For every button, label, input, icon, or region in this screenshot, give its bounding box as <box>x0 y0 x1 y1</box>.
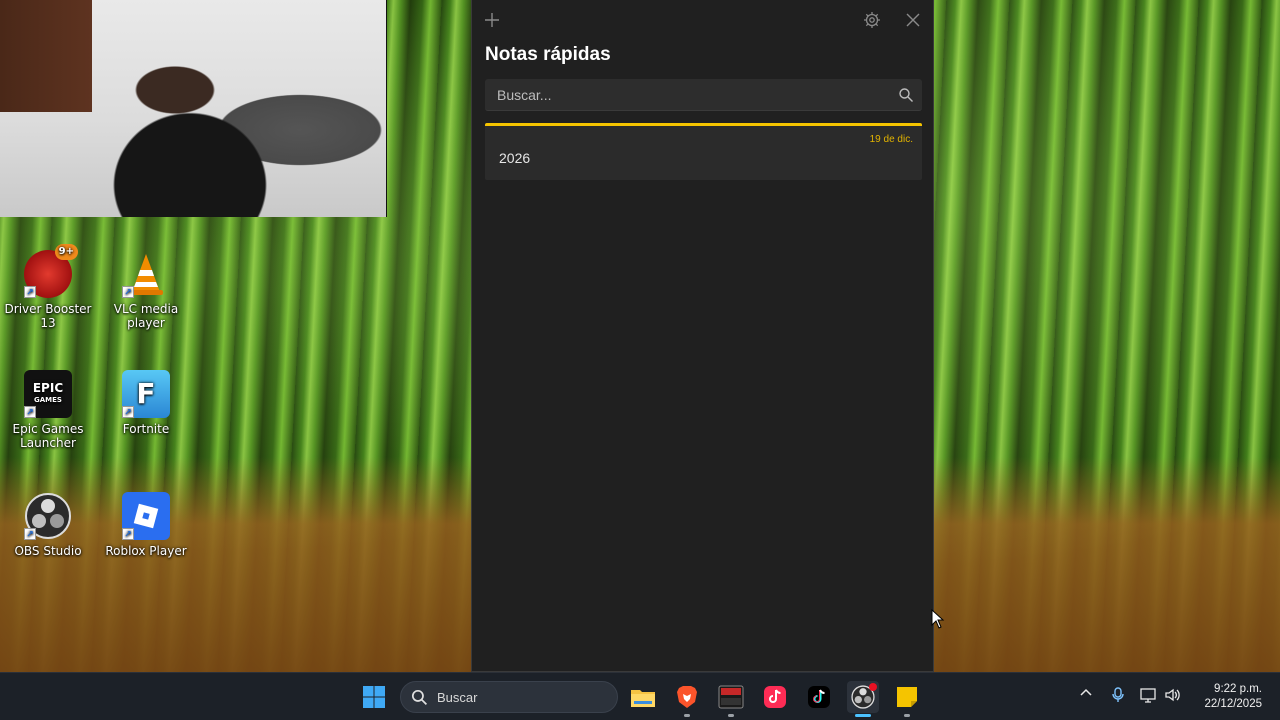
epic-logo-text: EPIC <box>32 381 64 395</box>
shortcut-arrow-icon: ↗ <box>24 406 36 418</box>
search-input[interactable] <box>485 79 922 110</box>
desktop-icon-driver-booster[interactable]: 9+ ↗ Driver Booster 13 <box>0 244 96 330</box>
desktop-icon-label: Epic Games Launcher <box>12 422 84 450</box>
notification-badge: 9+ <box>54 244 78 260</box>
file-explorer-icon <box>631 690 655 707</box>
notes-title: Notas rápidas <box>485 44 611 65</box>
taskbar-sticky-notes[interactable] <box>891 681 923 717</box>
shortcut-arrow-icon: ↗ <box>122 406 134 418</box>
brave-icon <box>677 686 697 708</box>
new-note-button[interactable] <box>480 8 504 32</box>
desktop-icon-epic-games[interactable]: EPIC GAMES ↗ Epic Games Launcher <box>0 370 96 450</box>
desktop-icon-vlc[interactable]: ↗ VLC media player <box>98 250 194 330</box>
taskbar-tiktok[interactable] <box>803 681 835 713</box>
tiktok-icon <box>808 686 830 708</box>
taskbar-search[interactable]: Buscar <box>400 681 618 713</box>
desktop-icon-obs[interactable]: ↗ OBS Studio <box>0 492 96 558</box>
start-button[interactable] <box>358 681 390 713</box>
clock-time: 9:22 p.m. <box>1214 683 1262 695</box>
close-button[interactable] <box>901 8 925 32</box>
vlc-cone-icon: ↗ <box>122 250 170 298</box>
close-icon <box>906 13 920 27</box>
fortnite-icon: F ↗ <box>122 370 170 418</box>
desktop-icon-label: Roblox Player <box>105 544 187 558</box>
note-preview-text: 2026 <box>499 150 531 166</box>
driver-booster-icon: 9+ ↗ <box>24 244 78 298</box>
sticky-notes-window: Notas rápidas 19 de dic. 2026 <box>471 0 934 672</box>
shortcut-arrow-icon: ↗ <box>122 286 134 298</box>
system-clock[interactable]: 9:22 p.m. 22/12/2025 <box>1204 682 1262 712</box>
running-indicator <box>684 714 690 717</box>
network-icon <box>1140 688 1156 703</box>
desktop-icon-label: Fortnite <box>122 422 170 436</box>
roblox-icon: ↗ <box>122 492 170 540</box>
running-indicator <box>855 714 871 717</box>
speaker-icon <box>1165 688 1180 702</box>
desktop-icon-roblox[interactable]: ↗ Roblox Player <box>98 492 194 558</box>
tiktok-studio-icon <box>764 686 786 708</box>
taskbar-voicemeeter[interactable] <box>715 681 747 717</box>
microphone-button[interactable] <box>1108 687 1128 707</box>
voicemeeter-icon <box>718 685 744 709</box>
shortcut-arrow-icon: ↗ <box>24 286 36 298</box>
windows-start-icon <box>363 686 385 708</box>
desktop-icon-fortnite[interactable]: F ↗ Fortnite <box>98 370 194 436</box>
plus-icon <box>485 13 499 27</box>
running-indicator <box>728 714 734 717</box>
gear-icon <box>864 12 880 28</box>
titlebar <box>472 0 933 40</box>
search-box[interactable] <box>485 79 922 111</box>
webcam-overlay <box>0 0 387 217</box>
webcam-background-door <box>0 0 92 112</box>
show-hidden-icons-button[interactable] <box>1076 687 1096 707</box>
taskbar-obs[interactable] <box>847 681 879 717</box>
fortnite-logo-text: F <box>136 377 156 410</box>
clock-date: 22/12/2025 <box>1204 698 1262 710</box>
mouse-cursor-icon <box>931 609 945 629</box>
search-icon <box>411 689 428 706</box>
note-date: 19 de dic. <box>869 134 913 145</box>
running-indicator <box>904 714 910 717</box>
taskbar-brave[interactable] <box>671 681 703 717</box>
search-icon[interactable] <box>898 87 914 103</box>
taskbar: Buscar 9:22 p.m. 22/12/2025 <box>0 672 1280 720</box>
epic-games-icon: EPIC GAMES ↗ <box>24 370 72 418</box>
microphone-icon <box>1112 687 1124 702</box>
volume-button[interactable] <box>1163 687 1183 707</box>
chevron-up-icon <box>1080 688 1092 696</box>
settings-button[interactable] <box>860 8 884 32</box>
shortcut-arrow-icon: ↗ <box>122 528 134 540</box>
shortcut-arrow-icon: ↗ <box>24 528 36 540</box>
desktop-icon-label: OBS Studio <box>14 544 82 558</box>
network-button[interactable] <box>1139 687 1159 707</box>
taskbar-search-label: Buscar <box>437 690 478 705</box>
taskbar-file-explorer[interactable] <box>627 681 659 713</box>
desktop-icon-label: VLC media player <box>113 302 179 330</box>
taskbar-tiktok-studio[interactable] <box>759 681 791 713</box>
desktop-icon-label: Driver Booster 13 <box>4 302 92 330</box>
sticky-notes-icon <box>897 687 917 707</box>
note-card[interactable]: 19 de dic. 2026 <box>485 123 922 180</box>
recording-indicator-icon <box>869 683 877 691</box>
obs-studio-icon: ↗ <box>24 492 72 540</box>
